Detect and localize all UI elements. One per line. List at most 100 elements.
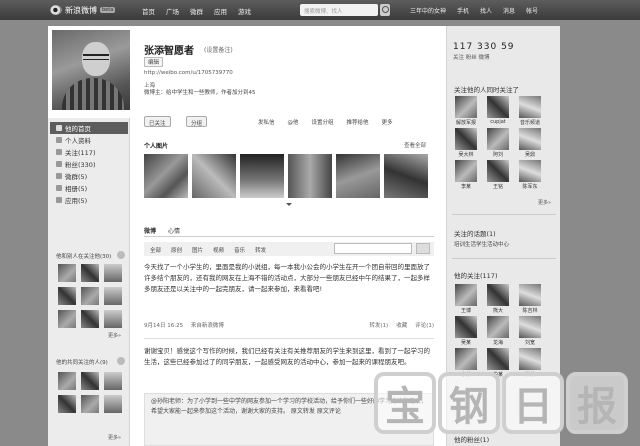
photo-thumbnail[interactable] [336, 154, 380, 198]
photo-thumbnail[interactable] [240, 154, 284, 198]
user-avatar[interactable] [455, 96, 477, 118]
filter-video[interactable]: 视频 [213, 246, 224, 254]
user-card[interactable]: cupjat [486, 96, 510, 126]
feed-search-input[interactable] [334, 243, 412, 254]
favorite-link[interactable]: 收藏 [396, 321, 407, 329]
user-avatar[interactable] [487, 348, 509, 370]
user-card[interactable]: 龙海 [486, 316, 510, 346]
user-avatar[interactable] [519, 128, 541, 150]
filter-music[interactable]: 音乐 [234, 246, 245, 254]
user-card[interactable]: 阿刘 [486, 128, 510, 158]
more-link[interactable]: 更多» [108, 332, 121, 339]
menu-following[interactable]: 关注(117) [50, 146, 128, 158]
nav-messages[interactable]: 消息 [503, 6, 515, 15]
post-source[interactable]: 来自新浪微博 [191, 323, 224, 329]
user-avatar[interactable] [519, 284, 541, 306]
user-avatar[interactable] [104, 310, 122, 328]
menu-groups[interactable]: 微群(5) [50, 170, 128, 182]
profile-url[interactable]: http://weibo.com/u/1705739770 [144, 70, 233, 76]
user-avatar[interactable] [104, 372, 122, 390]
more-link[interactable]: 更多» [538, 199, 551, 206]
user-avatar[interactable] [487, 316, 509, 338]
menu-home[interactable]: 他的首页 [50, 122, 128, 134]
more-dropdown[interactable]: 更多 [382, 118, 393, 126]
nav-find-people[interactable]: 找人 [480, 6, 492, 15]
user-card[interactable]: 熊大 [486, 284, 510, 314]
nav-apps[interactable]: 应用 [214, 6, 227, 16]
refresh-icon[interactable] [117, 357, 125, 365]
nav-home[interactable]: 首页 [142, 6, 155, 16]
user-avatar[interactable] [487, 160, 509, 182]
user-avatar[interactable] [487, 96, 509, 118]
user-avatar[interactable] [455, 128, 477, 150]
user-avatar[interactable] [81, 395, 99, 413]
user-card[interactable]: 王博 [454, 284, 478, 314]
user-avatar[interactable] [519, 96, 541, 118]
filter-original[interactable]: 原创 [171, 246, 182, 254]
menu-fans[interactable]: 粉丝(330) [50, 158, 128, 170]
user-avatar[interactable] [487, 284, 509, 306]
user-card[interactable]: 陈吉林 [518, 284, 542, 314]
top-search-input[interactable]: 搜索微博、找人 [300, 4, 378, 16]
followed-button[interactable]: 已关注 [144, 116, 171, 127]
user-avatar[interactable] [81, 264, 99, 282]
chevron-down-icon[interactable] [286, 203, 292, 206]
menu-albums[interactable]: 相册(5) [50, 182, 128, 194]
user-avatar[interactable] [487, 128, 509, 150]
profile-avatar[interactable] [52, 30, 130, 110]
photos-more-link[interactable]: 查看全部 [404, 141, 426, 149]
mention-link[interactable]: @他 [288, 118, 299, 126]
nav-square[interactable]: 广场 [166, 6, 179, 16]
filter-repost[interactable]: 转发 [255, 246, 266, 254]
topic-link[interactable]: 培训生活学生活动中心 [454, 240, 509, 248]
user-card[interactable]: 刘宽 [518, 316, 542, 346]
user-avatar[interactable] [58, 310, 76, 328]
tab-mood[interactable]: 心情 [168, 226, 180, 235]
search-icon[interactable] [380, 4, 390, 16]
user-avatar[interactable] [519, 160, 541, 182]
user-card[interactable]: 陈军东 [518, 160, 542, 190]
user-card[interactable]: 吴鼎 [518, 128, 542, 158]
menu-profile[interactable]: 个人资料 [50, 134, 128, 146]
nav-groups[interactable]: 微群 [190, 6, 203, 16]
user-avatar[interactable] [58, 264, 76, 282]
photo-thumbnail[interactable] [144, 154, 188, 198]
nav-mobile[interactable]: 手机 [457, 6, 469, 15]
user-avatar[interactable] [81, 310, 99, 328]
user-avatar[interactable] [104, 395, 122, 413]
user-card[interactable]: 吴某 [454, 316, 478, 346]
user-avatar[interactable] [58, 395, 76, 413]
repost-link[interactable]: 转发(1) [369, 321, 388, 329]
set-group-link[interactable]: 设置分组 [312, 118, 334, 126]
user-avatar[interactable] [58, 287, 76, 305]
filter-images[interactable]: 图片 [192, 246, 203, 254]
user-card[interactable]: 李某 [454, 160, 478, 190]
feed-search-button[interactable] [416, 243, 430, 254]
profile-stats[interactable]: 117 330 59 [453, 42, 515, 52]
nav-account[interactable]: 帐号 [526, 6, 538, 15]
nav-user-name[interactable]: 三年中的女神 [410, 6, 446, 15]
user-avatar[interactable] [104, 287, 122, 305]
filter-all[interactable]: 全部 [150, 246, 161, 254]
send-message-link[interactable]: 发私信 [258, 118, 275, 126]
user-avatar[interactable] [104, 264, 122, 282]
photo-thumbnail[interactable] [288, 154, 332, 198]
photo-thumbnail[interactable] [192, 154, 236, 198]
group-button[interactable]: 分组 [186, 116, 208, 127]
user-avatar[interactable] [519, 348, 541, 370]
user-avatar[interactable] [519, 316, 541, 338]
edit-button[interactable]: 编辑 [144, 57, 164, 67]
user-card[interactable]: 吴大林 [454, 128, 478, 158]
user-avatar[interactable] [81, 372, 99, 390]
more-link[interactable]: 更多» [108, 434, 121, 441]
photo-thumbnail[interactable] [384, 154, 428, 198]
user-avatar[interactable] [81, 287, 99, 305]
user-avatar[interactable] [455, 316, 477, 338]
nav-games[interactable]: 游戏 [238, 6, 251, 16]
post-time[interactable]: 9月14日 16:25 [144, 323, 183, 329]
user-avatar[interactable] [58, 372, 76, 390]
weibo-logo[interactable]: 新浪微博 beta [50, 4, 116, 16]
set-remark-link[interactable]: (设置备注) [204, 45, 233, 54]
tab-weibo[interactable]: 微博 [144, 226, 156, 235]
refresh-icon[interactable] [117, 251, 125, 259]
